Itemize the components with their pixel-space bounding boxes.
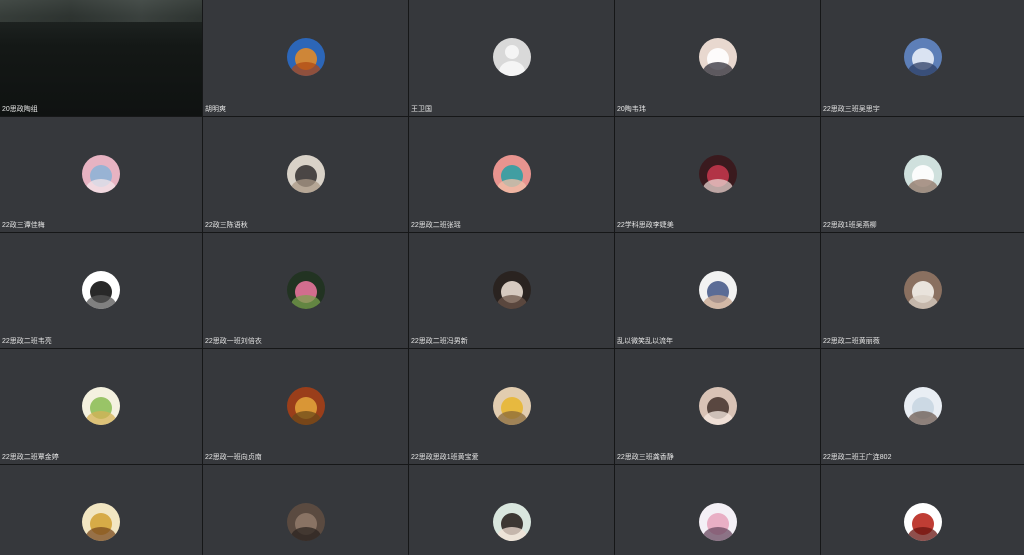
- participant-name: 22学科思政李婕美: [617, 222, 674, 229]
- dark-anime-avatar: [286, 503, 325, 541]
- yellow-cartoon-avatar: [492, 387, 531, 425]
- anime-character-avatar: [286, 155, 325, 193]
- participant-tile[interactable]: [615, 465, 820, 555]
- participant-tile[interactable]: 22思政二班韦亮: [0, 233, 202, 348]
- participant-tile[interactable]: 22思政二班黄丽薇: [821, 233, 1024, 348]
- autumn-leaves-avatar: [286, 387, 325, 425]
- participant-tile[interactable]: [0, 465, 202, 555]
- participant-tile[interactable]: 乱以微笑乱以流年: [615, 233, 820, 348]
- participant-name: 20陶韦玮: [617, 106, 646, 113]
- participant-tile[interactable]: 22思政三班吴思宇: [821, 0, 1024, 116]
- participant-tile[interactable]: 22政三陈语秋: [203, 117, 408, 232]
- portrait-girl-pink-avatar: [698, 387, 737, 425]
- participant-tile[interactable]: 胡明爽: [203, 0, 408, 116]
- pink-sky-sea-avatar: [82, 155, 120, 193]
- participant-name: 22思政二班韦亮: [2, 338, 52, 345]
- participant-tile[interactable]: 22思政二班王广连802: [821, 349, 1024, 464]
- participant-tile[interactable]: 22思政二班冯男新: [409, 233, 614, 348]
- participant-tile[interactable]: 王卫国: [409, 0, 614, 116]
- participant-tile[interactable]: [409, 465, 614, 555]
- participant-name: 22思政二班王广连802: [823, 454, 892, 461]
- black-fluffy-creature-avatar: [82, 271, 120, 309]
- participant-tile[interactable]: 22思政三班龚香静: [615, 349, 820, 464]
- participant-tile[interactable]: 22思政1班吴燕柳: [821, 117, 1024, 232]
- cartoon-animal-yellow-avatar: [82, 503, 120, 541]
- participant-tile[interactable]: 22思政二班张瑶: [409, 117, 614, 232]
- participant-name: 22思政三班龚香静: [617, 454, 674, 461]
- participant-tile[interactable]: [821, 465, 1024, 555]
- winter-child-avatar: [904, 387, 942, 425]
- participant-name: 22政三陈语秋: [205, 222, 248, 229]
- lotus-flower-avatar: [286, 271, 325, 309]
- participant-tile[interactable]: 20陶韦玮: [615, 0, 820, 116]
- red-character-avatar: [904, 503, 942, 541]
- green-frog-cartoon-avatar: [82, 387, 120, 425]
- autumn-tree-lake-avatar: [286, 38, 325, 76]
- participant-tile[interactable]: 22思政思政1班黄宝爱: [409, 349, 614, 464]
- participant-name: 22政三谭佳梅: [2, 222, 45, 229]
- participant-name: 22思政二班张瑶: [411, 222, 461, 229]
- participant-name: 22思政三班吴思宇: [823, 106, 880, 113]
- blue-cartoon-avatar: [904, 38, 942, 76]
- participant-tile[interactable]: 22政三谭佳梅: [0, 117, 202, 232]
- participant-name: 22思政一班向贞南: [205, 454, 262, 461]
- participant-tile[interactable]: 22思政一班向贞南: [203, 349, 408, 464]
- white-cat-avatar: [904, 155, 942, 193]
- default-person-avatar: [492, 38, 531, 76]
- cat-face-avatar: [698, 38, 737, 76]
- participant-tile[interactable]: 20思政陶组: [0, 0, 202, 116]
- participant-name: 22思政二班黄丽薇: [823, 338, 880, 345]
- participant-name: 乱以微笑乱以流年: [617, 338, 673, 345]
- patrick-star-avatar: [492, 155, 531, 193]
- participant-name: 22思政一班刘倍衣: [205, 338, 262, 345]
- participant-name: 22思政二班覃金婷: [2, 454, 59, 461]
- participant-name: 王卫国: [411, 106, 432, 113]
- participant-name: 胡明爽: [205, 106, 226, 113]
- participant-name: 22思政二班冯男新: [411, 338, 468, 345]
- cartoon-girl-bow-avatar: [698, 503, 737, 541]
- couple-photo-avatar: [698, 271, 737, 309]
- participant-tile[interactable]: [203, 465, 408, 555]
- participant-name: 20思政陶组: [2, 106, 38, 113]
- participant-name: 22思政1班吴燕柳: [823, 222, 877, 229]
- participant-grid: 20思政陶组 胡明爽 王卫国 20陶韦玮 22思政三班吴思宇 22政三谭佳梅 22政三陈语秋…: [0, 0, 1024, 555]
- participant-tile[interactable]: 22思政一班刘倍衣: [203, 233, 408, 348]
- participant-tile[interactable]: 22学科思政李婕美: [615, 117, 820, 232]
- participant-tile[interactable]: 22思政二班覃金婷: [0, 349, 202, 464]
- participant-name: 22思政思政1班黄宝爱: [411, 454, 479, 461]
- smiling-girl-avatar: [492, 503, 531, 541]
- portrait-girl-dark-avatar: [492, 271, 531, 309]
- lotso-bear-avatar: [698, 155, 737, 193]
- white-puppy-avatar: [904, 271, 942, 309]
